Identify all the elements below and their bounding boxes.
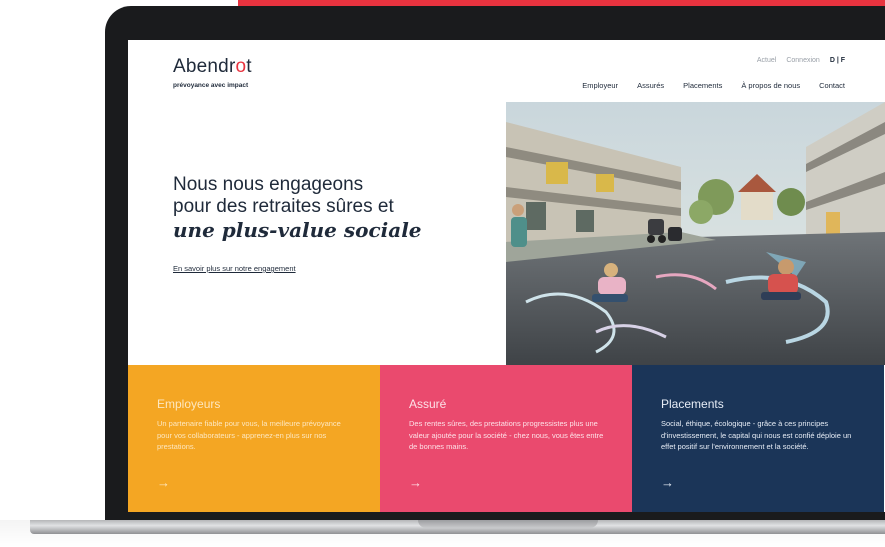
nav-assures[interactable]: Assurés [637,81,664,90]
engagement-link[interactable]: En savoir plus sur notre engagement [173,264,296,273]
nav-employeur[interactable]: Employeur [582,81,618,90]
arrow-right-icon[interactable]: → [157,475,170,490]
hero-line-2: pour des retraites sûres et [173,196,394,218]
card-assure-title: Assuré [409,397,447,411]
nav-a-propos[interactable]: À propos de nous [741,81,800,90]
card-employeurs-title: Employeurs [157,397,221,411]
nav-actuel[interactable]: Actuel [757,57,776,64]
hero-photo-illustration [506,102,885,365]
hero-line-3: une plus-value sociale [173,217,422,242]
nav-placements[interactable]: Placements [683,81,722,90]
hero-line-1: Nous nous engageons [173,174,364,195]
arrow-right-icon[interactable]: → [661,475,674,490]
audience-cards: Employeurs Un partenaire fiable pour vou… [128,365,885,512]
browser-screen: Abendrot prévoyance avec impact Actuel C… [128,40,885,512]
language-switcher[interactable]: D | F [830,57,845,64]
hero-photo [506,102,885,365]
card-employeurs[interactable]: Employeurs Un partenaire fiable pour vou… [128,365,380,512]
card-placements[interactable]: Placements Social, éthique, écologique -… [632,365,884,512]
laptop-notch [418,520,598,528]
card-employeurs-text: Un partenaire fiable pour vous, la meill… [157,419,341,452]
nav-connexion[interactable]: Connexion [786,57,819,64]
logo[interactable]: Abendrot [173,56,252,78]
main-nav: Employeur Assurés Placements À propos de… [582,81,845,90]
arrow-right-icon[interactable]: → [409,475,422,490]
nav-contact[interactable]: Contact [819,81,845,90]
card-placements-title: Placements [661,397,724,411]
logo-tagline: prévoyance avec impact [173,82,249,89]
card-assure[interactable]: Assuré Des rentes sûres, des prestations… [380,365,632,512]
top-utility-nav: Actuel Connexion D | F [757,57,845,64]
hero-headline: Nous nous engageons pour des retraites s… [173,174,453,242]
card-placements-text: Social, éthique, écologique - grâce à ce… [661,419,852,452]
card-assure-text: Des rentes sûres, des prestations progre… [409,419,604,452]
